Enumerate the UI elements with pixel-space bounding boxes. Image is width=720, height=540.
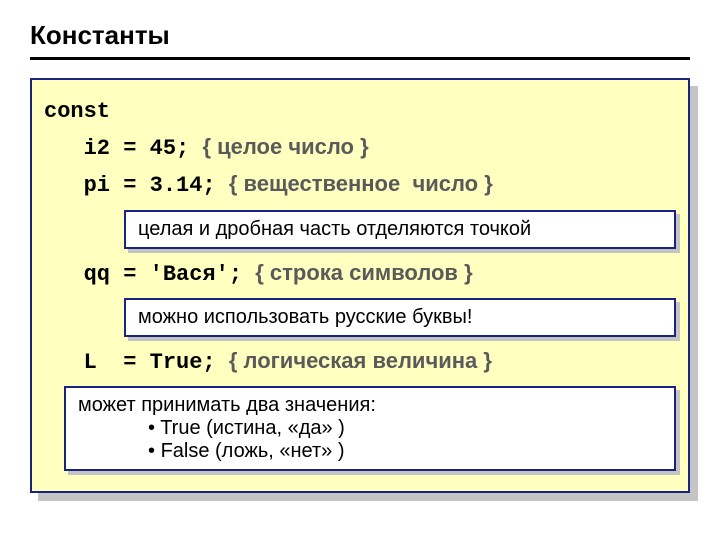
code-container: const i2 = 45; { целое число } pi = 3.14… <box>30 78 690 493</box>
slide-title: Константы <box>30 20 690 60</box>
code-line-3-text: qq = 'Вася'; <box>44 262 255 287</box>
code-line-1-comment: { целое число } <box>202 134 368 159</box>
note-3-bullet-1: True (истина, «да» ) <box>148 417 662 440</box>
note-3-bullet-2: False (ложь, «нет» ) <box>148 440 662 463</box>
code-line-2-comment: { вещественное число } <box>229 171 493 196</box>
code-line-4-text: L = True; <box>44 350 229 375</box>
code-line-4: L = True; { логическая величина } <box>44 343 676 380</box>
note-1-wrap: целая и дробная часть отделяются точкой <box>124 210 676 249</box>
code-line-4-comment: { логическая величина } <box>229 348 492 373</box>
note-2: можно использовать русские буквы! <box>124 298 676 337</box>
code-keyword: const <box>44 94 676 129</box>
code-box: const i2 = 45; { целое число } pi = 3.14… <box>30 78 690 493</box>
note-3-wrap: может принимать два значения: True (исти… <box>64 386 676 471</box>
code-line-1-text: i2 = 45; <box>44 136 202 161</box>
code-line-2-text: pi = 3.14; <box>44 173 229 198</box>
code-line-1: i2 = 45; { целое число } <box>44 129 676 166</box>
code-line-2: pi = 3.14; { вещественное число } <box>44 166 676 203</box>
note-3: может принимать два значения: True (исти… <box>64 386 676 471</box>
note-3-list: True (истина, «да» ) False (ложь, «нет» … <box>78 417 662 463</box>
note-3-intro: может принимать два значения: <box>78 394 376 416</box>
code-line-3: qq = 'Вася'; { строка символов } <box>44 255 676 292</box>
code-line-3-comment: { строка символов } <box>255 260 472 285</box>
note-2-wrap: можно использовать русские буквы! <box>124 298 676 337</box>
note-1: целая и дробная часть отделяются точкой <box>124 210 676 249</box>
